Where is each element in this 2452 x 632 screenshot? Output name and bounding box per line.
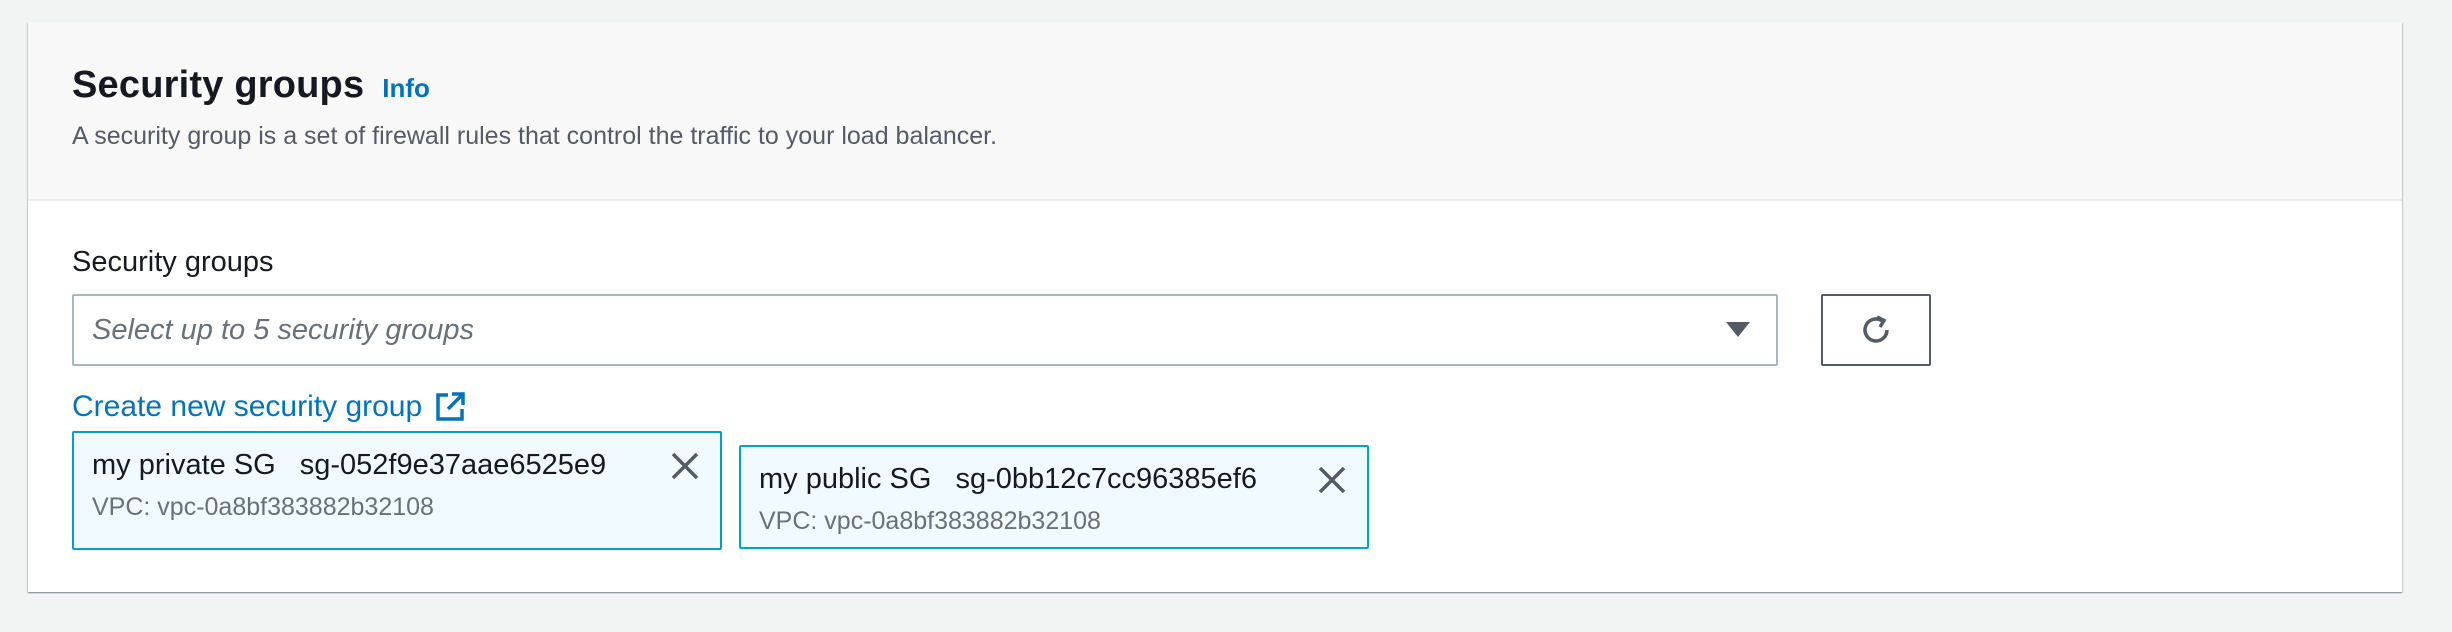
security-groups-panel: Security groups Info A security group is…	[28, 22, 2402, 592]
external-link-icon	[434, 391, 466, 423]
section-description: A security group is a set of firewall ru…	[72, 122, 998, 150]
token-name: my public SG	[759, 463, 932, 495]
token-title: my public SG sg-0bb12c7cc96385ef6	[759, 463, 1257, 496]
caret-down-icon	[1726, 322, 1750, 337]
selected-group-token: my public SG sg-0bb12c7cc96385ef6 VPC: vp…	[739, 445, 1369, 549]
token-vpc: VPC: vpc-0a8bf383882b32108	[92, 493, 434, 521]
refresh-button[interactable]	[1821, 294, 1931, 366]
remove-token-button[interactable]	[668, 449, 702, 483]
select-placeholder: Select up to 5 security groups	[92, 314, 475, 346]
security-groups-select[interactable]: Select up to 5 security groups	[72, 294, 1778, 366]
info-link[interactable]: Info	[382, 73, 430, 104]
token-id: sg-0bb12c7cc96385ef6	[955, 463, 1257, 495]
token-title: my private SG sg-052f9e37aae6525e9	[92, 449, 606, 482]
create-link-label: Create new security group	[72, 390, 423, 423]
create-security-group-link[interactable]: Create new security group	[72, 390, 466, 424]
panel-header: Security groups Info A security group is…	[28, 22, 2402, 201]
security-groups-label: Security groups	[72, 246, 274, 278]
refresh-icon	[1863, 315, 1889, 343]
token-vpc: VPC: vpc-0a8bf383882b32108	[759, 507, 1101, 535]
token-id: sg-052f9e37aae6525e9	[299, 449, 607, 481]
close-icon	[1318, 466, 1346, 494]
remove-token-button[interactable]	[1315, 463, 1349, 497]
title-row: Security groups Info	[72, 64, 430, 107]
token-name: my private SG	[92, 449, 276, 481]
close-icon	[671, 452, 699, 480]
section-title: Security groups	[72, 64, 365, 106]
selected-group-token: my private SG sg-052f9e37aae6525e9 VPC: v…	[72, 431, 722, 550]
